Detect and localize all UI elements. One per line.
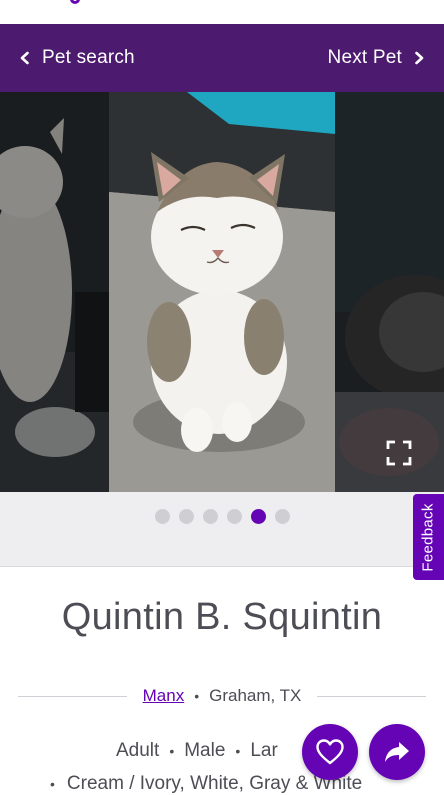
breed-link[interactable]: Manx <box>143 686 185 706</box>
brand-logo-fragment <box>70 0 80 4</box>
heart-icon <box>316 739 344 765</box>
section-divider <box>0 566 444 567</box>
favorite-button[interactable] <box>302 724 358 780</box>
share-button[interactable] <box>369 724 425 780</box>
carousel-dot[interactable] <box>275 509 290 524</box>
feedback-tab[interactable]: Feedback <box>413 494 444 580</box>
bullet-separator: • <box>50 776 55 792</box>
carousel-dot[interactable] <box>179 509 194 524</box>
bullet-separator: • <box>194 688 200 704</box>
pet-search-label: Pet search <box>42 47 135 68</box>
photo-carousel[interactable] <box>0 92 444 492</box>
top-strip <box>0 0 444 24</box>
bullet-separator: • <box>235 743 241 759</box>
pet-attributes: Adult • Male • Lar <box>116 740 278 762</box>
pet-sex: Male <box>184 740 226 761</box>
carousel-dot[interactable] <box>203 509 218 524</box>
bullet-separator: • <box>169 743 175 759</box>
photo-dim-overlay <box>0 92 109 492</box>
carousel-dots <box>155 509 290 524</box>
photo-dim-overlay <box>335 92 444 492</box>
pet-size: Lar <box>250 740 278 761</box>
cat-photo <box>109 92 335 492</box>
chevron-right-icon <box>415 51 424 65</box>
carousel-dot[interactable] <box>251 509 266 524</box>
divider-rule-left <box>18 695 127 697</box>
pet-nav-bar: Pet search Next Pet <box>0 24 444 92</box>
divider-rule-right <box>317 695 427 697</box>
current-photo[interactable] <box>109 92 335 492</box>
previous-photo[interactable] <box>0 92 109 492</box>
location-text: Graham, TX <box>209 686 302 705</box>
feedback-label: Feedback <box>420 502 437 572</box>
breed-location: Manx • Graham, TX <box>127 686 318 706</box>
next-pet-label: Next Pet <box>327 47 402 68</box>
share-arrow-icon <box>385 742 409 762</box>
pet-age: Adult <box>116 740 160 761</box>
pet-name-heading: Quintin B. Squintin <box>61 596 383 638</box>
carousel-dot[interactable] <box>227 509 242 524</box>
pet-search-back-link[interactable]: Pet search <box>18 47 145 69</box>
breed-location-row: Manx • Graham, TX <box>18 684 427 708</box>
carousel-dot[interactable] <box>155 509 170 524</box>
carousel-indicator-bar <box>0 492 444 566</box>
chevron-left-icon <box>20 51 29 65</box>
expand-icon[interactable] <box>386 440 412 466</box>
next-photo[interactable] <box>335 92 444 492</box>
next-pet-link[interactable]: Next Pet <box>318 47 426 69</box>
